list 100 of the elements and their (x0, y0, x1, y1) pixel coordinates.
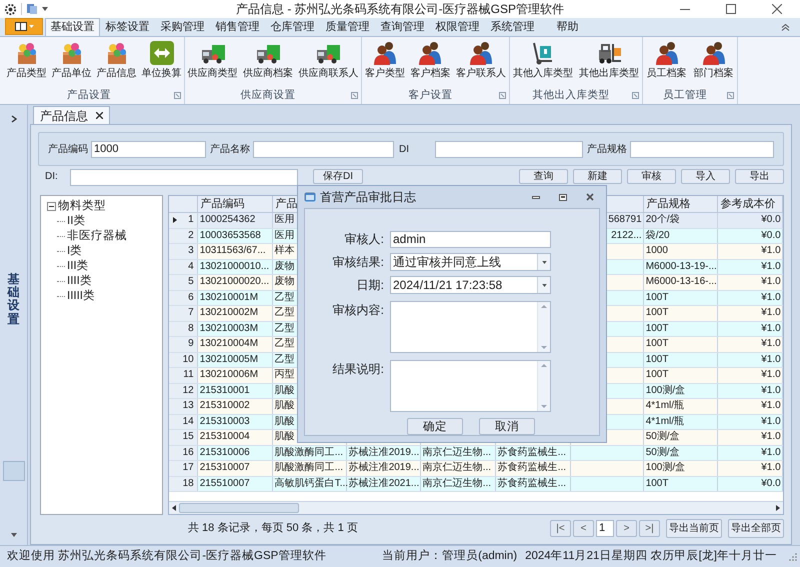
table-cell: ¥1.0 (761, 337, 781, 352)
table-cell: 南京仁迈生物... (422, 461, 492, 476)
window-title: 产品信息 - 苏州弘光条码系统有限公司-医疗器械GSP管理软件 (234, 1, 565, 18)
table-cell: M6000-13-16-... (646, 275, 717, 290)
table-cell: 废物 (274, 260, 295, 274)
table-cell: 2122... (611, 228, 642, 243)
table-cell: 肌酸 (274, 384, 295, 398)
table-cell: 南京仁迈生物... (422, 446, 492, 460)
table-cell: 肌酸激酶同工... (274, 446, 344, 460)
table-cell: 13021000020... (200, 275, 270, 290)
table-cell: ¥1.0 (761, 461, 781, 476)
table-cell: 肌酸 (274, 430, 295, 444)
group-label: 其他出入库类型 (532, 88, 610, 103)
table-cell: ¥1.0 (761, 384, 781, 398)
table-cell: ¥1.0 (761, 290, 781, 305)
row-number: 16 (182, 446, 194, 460)
table-cell: 50测/盒 (646, 430, 680, 444)
table-cell: 130210002M (200, 306, 258, 320)
table-cell: 乙型 (274, 337, 295, 352)
table-cell: 215310003 (200, 414, 250, 429)
row-number: 13 (182, 399, 194, 414)
row-number: 9 (188, 337, 194, 352)
table-cell: 50测/盒 (646, 446, 680, 460)
dialog-title: 首营产品审批日志 (320, 189, 416, 206)
table-cell: 废物 (274, 275, 295, 290)
table-cell: ¥1.0 (761, 244, 781, 258)
row-number: 18 (182, 476, 194, 491)
table-cell: 乙型 (274, 290, 295, 305)
table-cell: 100T (646, 352, 668, 367)
table-cell: 130210006M (200, 368, 258, 382)
table-cell: 肌酸 (274, 414, 295, 429)
status-text: 欢迎使用 苏州弘光条码系统有限公司-医疗器械GSP管理软件 (7, 548, 326, 564)
table-cell: 215310001 (200, 384, 250, 398)
table-cell: 样本 (274, 244, 295, 258)
table-cell: 215310007 (200, 461, 250, 476)
row-number: 2 (188, 228, 194, 243)
field-label: 产品名称 (210, 142, 250, 156)
table-cell: 苏械注准2019... (348, 446, 420, 460)
field-label: 审核人: (344, 231, 384, 248)
table-cell: ¥1.0 (761, 368, 781, 382)
table-cell: 1000254362 (200, 213, 256, 228)
table-cell: 肌酸 (274, 399, 295, 414)
field-label: 产品规格 (587, 142, 627, 156)
table-cell: 130210004M (200, 337, 258, 352)
row-number: 11 (183, 368, 194, 382)
table-cell: 医用 (274, 228, 295, 243)
table-cell: 苏食药监械生... (498, 446, 566, 460)
table-cell: 100T (646, 337, 668, 352)
table-cell: 20个/袋 (646, 213, 680, 228)
status-date: 2024年11月21日星期四 农历甲辰[龙]年十月廿一 (525, 548, 777, 564)
table-cell: 1000 (646, 244, 668, 258)
table-cell: ¥1.0 (761, 446, 781, 460)
group-label: 客户设置 (408, 88, 454, 103)
table-cell: 袋/20 (646, 228, 670, 243)
row-number: 1 (188, 213, 194, 228)
table-cell: 10311563/67... (200, 244, 266, 258)
row-number: 17 (182, 461, 194, 476)
row-number: 12 (182, 384, 194, 398)
table-cell: ¥1.0 (761, 414, 781, 429)
field-label: 产品编码 (48, 142, 88, 156)
table-cell: 215310006 (200, 446, 250, 460)
table-cell: 100T (646, 306, 668, 320)
field-label: DI: (45, 170, 59, 184)
row-number: 4 (188, 260, 194, 274)
table-cell: 高敏肌钙蛋白T... (274, 476, 348, 491)
table-cell: 100T (646, 368, 668, 382)
table-cell: ¥1.0 (761, 260, 781, 274)
table-cell: 4*1ml/瓶 (646, 414, 684, 429)
table-cell: ¥0.0 (761, 476, 781, 491)
table-cell: 苏械注准2019... (348, 461, 420, 476)
table-cell: 100测/盒 (646, 461, 686, 476)
row-number: 10 (182, 352, 194, 367)
row-number: 6 (188, 290, 194, 305)
table-cell: 4*1ml/瓶 (646, 399, 684, 414)
table-cell: 10003653568 (200, 228, 261, 243)
row-number: 3 (188, 244, 194, 258)
table-cell: 215510007 (200, 476, 250, 491)
table-cell: 苏食药监械生... (498, 476, 566, 491)
table-cell: 乙型 (274, 352, 295, 367)
tab-label: 产品信息 (40, 108, 88, 124)
table-cell: 100测/盒 (646, 384, 686, 398)
field-label: DI (399, 142, 409, 156)
table-cell: 100T (646, 476, 668, 491)
table-cell: 苏械注准2021... (348, 476, 420, 491)
table-cell: 568791 (608, 213, 642, 228)
table-cell: 丙型 (274, 368, 295, 382)
field-label: 日期: (356, 277, 384, 294)
table-cell: 医用 (274, 213, 295, 228)
table-cell: ¥1.0 (761, 275, 781, 290)
table-cell: 215310002 (200, 399, 250, 414)
table-cell: ¥0.0 (761, 213, 781, 228)
group-label: 产品设置 (66, 88, 112, 103)
table-cell: ¥1.0 (761, 306, 781, 320)
field-label: 审核内容: (332, 302, 384, 319)
table-cell: ¥1.0 (761, 352, 781, 367)
table-cell: 100T (646, 290, 668, 305)
table-cell: 乙型 (274, 322, 295, 336)
table-cell: ¥1.0 (761, 322, 781, 336)
row-number: 7 (188, 306, 194, 320)
table-cell: 肌酸激酶同工... (274, 461, 344, 476)
